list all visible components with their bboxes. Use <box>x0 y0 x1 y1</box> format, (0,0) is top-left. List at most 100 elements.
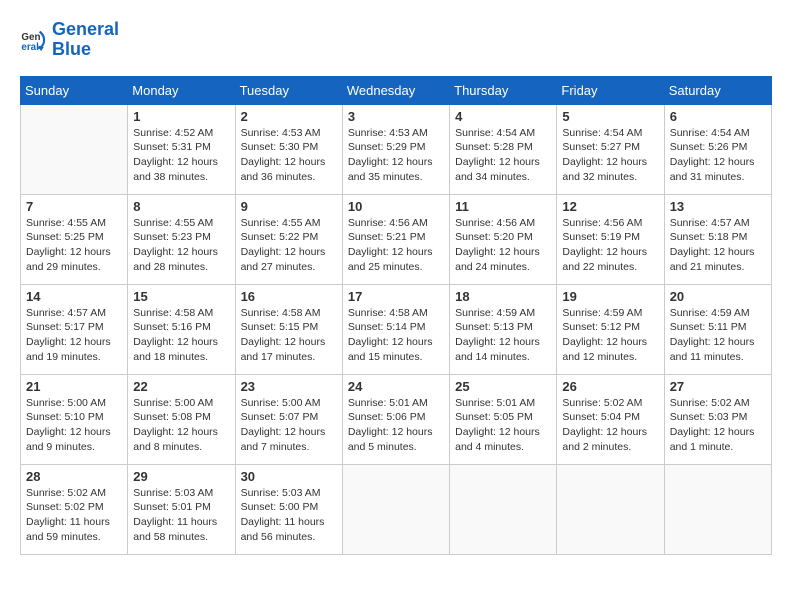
day-number: 16 <box>241 289 337 304</box>
calendar-body: 1 Sunrise: 4:52 AMSunset: 5:31 PMDaylight… <box>21 104 772 554</box>
day-number: 23 <box>241 379 337 394</box>
calendar-week-row: 28 Sunrise: 5:02 AMSunset: 5:02 PMDayligh… <box>21 464 772 554</box>
calendar-cell: 5 Sunrise: 4:54 AMSunset: 5:27 PMDaylight… <box>557 104 664 194</box>
weekday-header-cell: Friday <box>557 76 664 104</box>
day-number: 12 <box>562 199 658 214</box>
calendar-cell: 21 Sunrise: 5:00 AMSunset: 5:10 PMDayligh… <box>21 374 128 464</box>
day-info: Sunrise: 4:55 AMSunset: 5:23 PMDaylight:… <box>133 216 229 275</box>
calendar-cell: 17Sunrise: 4:58 AMSunset: 5:14 PMDayligh… <box>342 284 449 374</box>
day-number: 22 <box>133 379 229 394</box>
calendar-cell: 10 Sunrise: 4:56 AMSunset: 5:21 PMDayligh… <box>342 194 449 284</box>
day-number: 1 <box>133 109 229 124</box>
calendar-cell <box>557 464 664 554</box>
calendar-cell: 15Sunrise: 4:58 AMSunset: 5:16 PMDayligh… <box>128 284 235 374</box>
calendar-cell: 26 Sunrise: 5:02 AMSunset: 5:04 PMDayligh… <box>557 374 664 464</box>
day-info: Sunrise: 4:56 AMSunset: 5:21 PMDaylight:… <box>348 216 444 275</box>
calendar-cell: 23 Sunrise: 5:00 AMSunset: 5:07 PMDayligh… <box>235 374 342 464</box>
calendar-week-row: 21 Sunrise: 5:00 AMSunset: 5:10 PMDayligh… <box>21 374 772 464</box>
day-info: Sunrise: 4:57 AMSunset: 5:17 PMDaylight:… <box>26 306 122 365</box>
day-info: Sunrise: 4:59 AMSunset: 5:12 PMDaylight:… <box>562 306 658 365</box>
day-number: 5 <box>562 109 658 124</box>
calendar-table: SundayMondayTuesdayWednesdayThursdayFrid… <box>20 76 772 555</box>
calendar-cell: 19 Sunrise: 4:59 AMSunset: 5:12 PMDayligh… <box>557 284 664 374</box>
calendar-week-row: 7 Sunrise: 4:55 AMSunset: 5:25 PMDaylight… <box>21 194 772 284</box>
day-number: 25 <box>455 379 551 394</box>
calendar-cell: 1 Sunrise: 4:52 AMSunset: 5:31 PMDaylight… <box>128 104 235 194</box>
day-info: Sunrise: 5:00 AMSunset: 5:07 PMDaylight:… <box>241 396 337 455</box>
day-info: Sunrise: 4:53 AMSunset: 5:30 PMDaylight:… <box>241 126 337 185</box>
calendar-cell: 16 Sunrise: 4:58 AMSunset: 5:15 PMDayligh… <box>235 284 342 374</box>
calendar-cell: 7 Sunrise: 4:55 AMSunset: 5:25 PMDaylight… <box>21 194 128 284</box>
day-info: Sunrise: 4:55 AMSunset: 5:25 PMDaylight:… <box>26 216 122 275</box>
day-number: 4 <box>455 109 551 124</box>
calendar-cell: 24 Sunrise: 5:01 AMSunset: 5:06 PMDayligh… <box>342 374 449 464</box>
day-info: Sunrise: 4:52 AMSunset: 5:31 PMDaylight:… <box>133 126 229 185</box>
day-number: 29 <box>133 469 229 484</box>
day-number: 14 <box>26 289 122 304</box>
calendar-cell: 12 Sunrise: 4:56 AMSunset: 5:19 PMDayligh… <box>557 194 664 284</box>
day-number: 26 <box>562 379 658 394</box>
calendar-cell: 14 Sunrise: 4:57 AMSunset: 5:17 PMDayligh… <box>21 284 128 374</box>
calendar-cell: 3 Sunrise: 4:53 AMSunset: 5:29 PMDaylight… <box>342 104 449 194</box>
calendar-cell: 11 Sunrise: 4:56 AMSunset: 5:20 PMDayligh… <box>450 194 557 284</box>
day-number: 27 <box>670 379 766 394</box>
weekday-header-row: SundayMondayTuesdayWednesdayThursdayFrid… <box>21 76 772 104</box>
day-info: Sunrise: 4:56 AMSunset: 5:20 PMDaylight:… <box>455 216 551 275</box>
day-number: 11 <box>455 199 551 214</box>
day-number: 30 <box>241 469 337 484</box>
calendar-cell: 28 Sunrise: 5:02 AMSunset: 5:02 PMDayligh… <box>21 464 128 554</box>
calendar-cell: 29 Sunrise: 5:03 AMSunset: 5:01 PMDayligh… <box>128 464 235 554</box>
day-info: Sunrise: 5:02 AMSunset: 5:02 PMDaylight:… <box>26 486 122 545</box>
calendar-cell: 6Sunrise: 4:54 AMSunset: 5:26 PMDaylight… <box>664 104 771 194</box>
day-info: Sunrise: 4:57 AMSunset: 5:18 PMDaylight:… <box>670 216 766 275</box>
calendar-cell: 25 Sunrise: 5:01 AMSunset: 5:05 PMDayligh… <box>450 374 557 464</box>
day-info: Sunrise: 4:54 AMSunset: 5:27 PMDaylight:… <box>562 126 658 185</box>
calendar-cell: 4Sunrise: 4:54 AMSunset: 5:28 PMDaylight… <box>450 104 557 194</box>
calendar-week-row: 1 Sunrise: 4:52 AMSunset: 5:31 PMDaylight… <box>21 104 772 194</box>
day-info: Sunrise: 5:00 AMSunset: 5:10 PMDaylight:… <box>26 396 122 455</box>
calendar-cell: 22Sunrise: 5:00 AMSunset: 5:08 PMDayligh… <box>128 374 235 464</box>
calendar-cell <box>21 104 128 194</box>
calendar-week-row: 14 Sunrise: 4:57 AMSunset: 5:17 PMDayligh… <box>21 284 772 374</box>
day-number: 20 <box>670 289 766 304</box>
calendar-cell: 8 Sunrise: 4:55 AMSunset: 5:23 PMDaylight… <box>128 194 235 284</box>
calendar-cell: 30 Sunrise: 5:03 AMSunset: 5:00 PMDayligh… <box>235 464 342 554</box>
logo: Gen eral GeneralBlue <box>20 20 119 60</box>
day-info: Sunrise: 5:03 AMSunset: 5:01 PMDaylight:… <box>133 486 229 545</box>
weekday-header-cell: Saturday <box>664 76 771 104</box>
day-number: 28 <box>26 469 122 484</box>
day-info: Sunrise: 5:01 AMSunset: 5:06 PMDaylight:… <box>348 396 444 455</box>
logo-text: GeneralBlue <box>52 20 119 60</box>
day-info: Sunrise: 5:02 AMSunset: 5:04 PMDaylight:… <box>562 396 658 455</box>
day-number: 21 <box>26 379 122 394</box>
weekday-header-cell: Tuesday <box>235 76 342 104</box>
day-number: 19 <box>562 289 658 304</box>
weekday-header-cell: Monday <box>128 76 235 104</box>
day-number: 24 <box>348 379 444 394</box>
day-number: 9 <box>241 199 337 214</box>
calendar-cell: 13 Sunrise: 4:57 AMSunset: 5:18 PMDayligh… <box>664 194 771 284</box>
weekday-header-cell: Thursday <box>450 76 557 104</box>
day-number: 17 <box>348 289 444 304</box>
day-info: Sunrise: 4:58 AMSunset: 5:15 PMDaylight:… <box>241 306 337 365</box>
day-number: 10 <box>348 199 444 214</box>
logo-icon: Gen eral <box>20 26 48 54</box>
calendar-cell <box>664 464 771 554</box>
day-number: 18 <box>455 289 551 304</box>
weekday-header-cell: Wednesday <box>342 76 449 104</box>
day-number: 7 <box>26 199 122 214</box>
calendar-cell <box>450 464 557 554</box>
day-info: Sunrise: 5:02 AMSunset: 5:03 PMDaylight:… <box>670 396 766 455</box>
day-info: Sunrise: 5:03 AMSunset: 5:00 PMDaylight:… <box>241 486 337 545</box>
day-info: Sunrise: 4:56 AMSunset: 5:19 PMDaylight:… <box>562 216 658 275</box>
day-info: Sunrise: 4:59 AMSunset: 5:11 PMDaylight:… <box>670 306 766 365</box>
day-number: 8 <box>133 199 229 214</box>
day-info: Sunrise: 5:01 AMSunset: 5:05 PMDaylight:… <box>455 396 551 455</box>
day-number: 15 <box>133 289 229 304</box>
day-number: 3 <box>348 109 444 124</box>
day-info: Sunrise: 4:53 AMSunset: 5:29 PMDaylight:… <box>348 126 444 185</box>
day-number: 2 <box>241 109 337 124</box>
day-info: Sunrise: 4:54 AMSunset: 5:26 PMDaylight:… <box>670 126 766 185</box>
day-number: 13 <box>670 199 766 214</box>
calendar-cell: 18Sunrise: 4:59 AMSunset: 5:13 PMDayligh… <box>450 284 557 374</box>
